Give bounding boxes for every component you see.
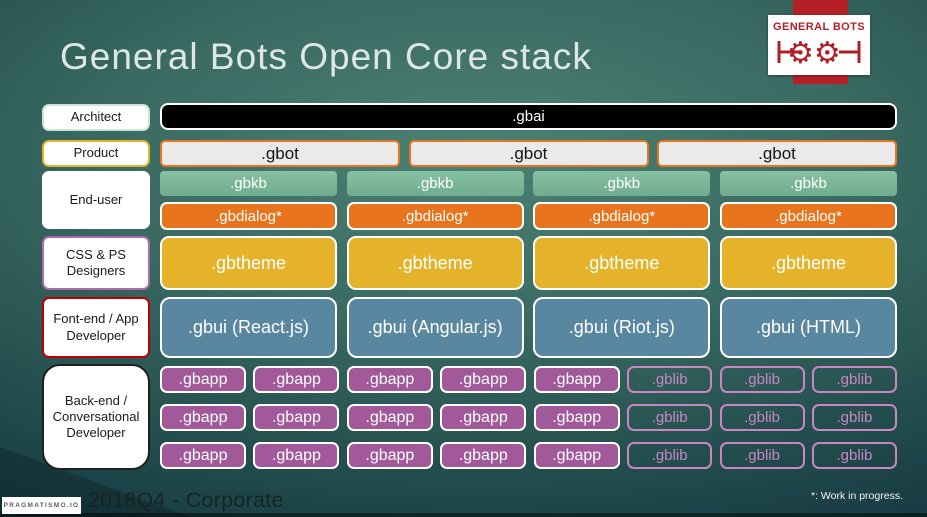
general-bots-logo: GENERAL BOTS ⚙⚙ (768, 15, 870, 75)
role-label-architect: Architect (42, 104, 150, 131)
gbapp-box: .gbapp (253, 366, 340, 393)
gbtheme-box: .gbtheme (719, 236, 897, 290)
role-label-css-ps-designers: CSS & PS Designers (42, 236, 150, 290)
apps-row-1: .gbapp .gbapp .gbapp .gbapp .gbapp .gbli… (160, 366, 897, 393)
gbui-angular-box: .gbui (Angular.js) (346, 297, 524, 358)
gbdialog-box: .gbdialog* (346, 202, 524, 230)
gbot-box: .gbot (657, 140, 897, 167)
gblib-box: .gblib (627, 366, 713, 393)
gbapp-box: .gbapp (440, 366, 527, 393)
gbapp-box: .gbapp (160, 366, 246, 393)
gbui-row: .gbui (React.js) .gbui (Angular.js) .gbu… (160, 297, 897, 358)
apps-row-3: .gbapp .gbapp .gbapp .gbapp .gbapp .gbli… (160, 442, 897, 469)
gbot-row: .gbot .gbot .gbot (160, 140, 897, 167)
svg-text:⚙⚙: ⚙⚙ (787, 36, 841, 70)
gbapp-box: .gbapp (346, 442, 433, 469)
gbkb-box: .gbkb (719, 171, 897, 196)
work-in-progress-footnote: *: Work in progress. (810, 490, 903, 502)
pragmatismo-logo: PRAGMATISMO.IO (2, 497, 81, 514)
slide: General Bots Open Core stack GENERAL BOT… (0, 0, 927, 517)
role-label-backend-conversational-developer: Back-end / Conversational Developer (42, 364, 150, 470)
gbkb-box: .gbkb (533, 171, 711, 196)
gbui-riot-box: .gbui (Riot.js) (533, 297, 711, 358)
gbai-box: .gbai (160, 103, 897, 130)
gblib-box: .gblib (811, 404, 897, 431)
role-label-end-user: End-user (42, 171, 150, 229)
gbapp-box: .gbapp (160, 442, 246, 469)
role-label-frontend-app-developer: Font-end / App Developer (42, 297, 150, 358)
pragmatismo-logo-text: PRAGMATISMO.IO (3, 502, 80, 509)
gbtheme-box: .gbtheme (346, 236, 524, 290)
page-title: General Bots Open Core stack (60, 36, 592, 77)
gbkb-box: .gbkb (346, 171, 524, 196)
gbapp-box: .gbapp (533, 442, 620, 469)
gbdialog-box: .gbdialog* (719, 202, 897, 230)
logo-brand-text: GENERAL BOTS (773, 20, 865, 33)
gbui-html-box: .gbui (HTML) (719, 297, 897, 358)
gbapp-box: .gbapp (533, 366, 620, 393)
gbkb-box: .gbkb (160, 171, 337, 196)
footer-caption: 2018Q4 - Corporate (88, 489, 284, 512)
gblib-box: .gblib (627, 442, 713, 469)
role-label-product: Product (42, 140, 150, 167)
gblib-box: .gblib (719, 404, 805, 431)
apps-row-2: .gbapp .gbapp .gbapp .gbapp .gbapp .gbli… (160, 404, 897, 431)
gbapp-box: .gbapp (253, 404, 340, 431)
gbapp-box: .gbapp (346, 404, 433, 431)
gbapp-box: .gbapp (346, 366, 433, 393)
bottom-edge-strip (0, 513, 927, 517)
gbot-box: .gbot (408, 140, 649, 167)
gblib-box: .gblib (811, 366, 897, 393)
gblib-box: .gblib (719, 442, 805, 469)
gbapp-box: .gbapp (533, 404, 620, 431)
gbtheme-row: .gbtheme .gbtheme .gbtheme .gbtheme (160, 236, 897, 290)
gbdialog-row: .gbdialog* .gbdialog* .gbdialog* .gbdial… (160, 202, 897, 230)
gbkb-row: .gbkb .gbkb .gbkb .gbkb (160, 171, 897, 196)
gbapp-box: .gbapp (440, 404, 527, 431)
gbapp-box: .gbapp (253, 442, 340, 469)
gbot-box: .gbot (160, 140, 400, 167)
gbapp-box: .gbapp (160, 404, 246, 431)
gears-icon: ⚙⚙ (777, 36, 861, 70)
gbapp-box: .gbapp (440, 442, 527, 469)
gblib-box: .gblib (811, 442, 897, 469)
gbtheme-box: .gbtheme (160, 236, 337, 290)
gbui-react-box: .gbui (React.js) (160, 297, 337, 358)
gbdialog-box: .gbdialog* (160, 202, 337, 230)
gblib-box: .gblib (627, 404, 713, 431)
gbdialog-box: .gbdialog* (533, 202, 711, 230)
gbtheme-box: .gbtheme (533, 236, 711, 290)
gblib-box: .gblib (719, 366, 805, 393)
